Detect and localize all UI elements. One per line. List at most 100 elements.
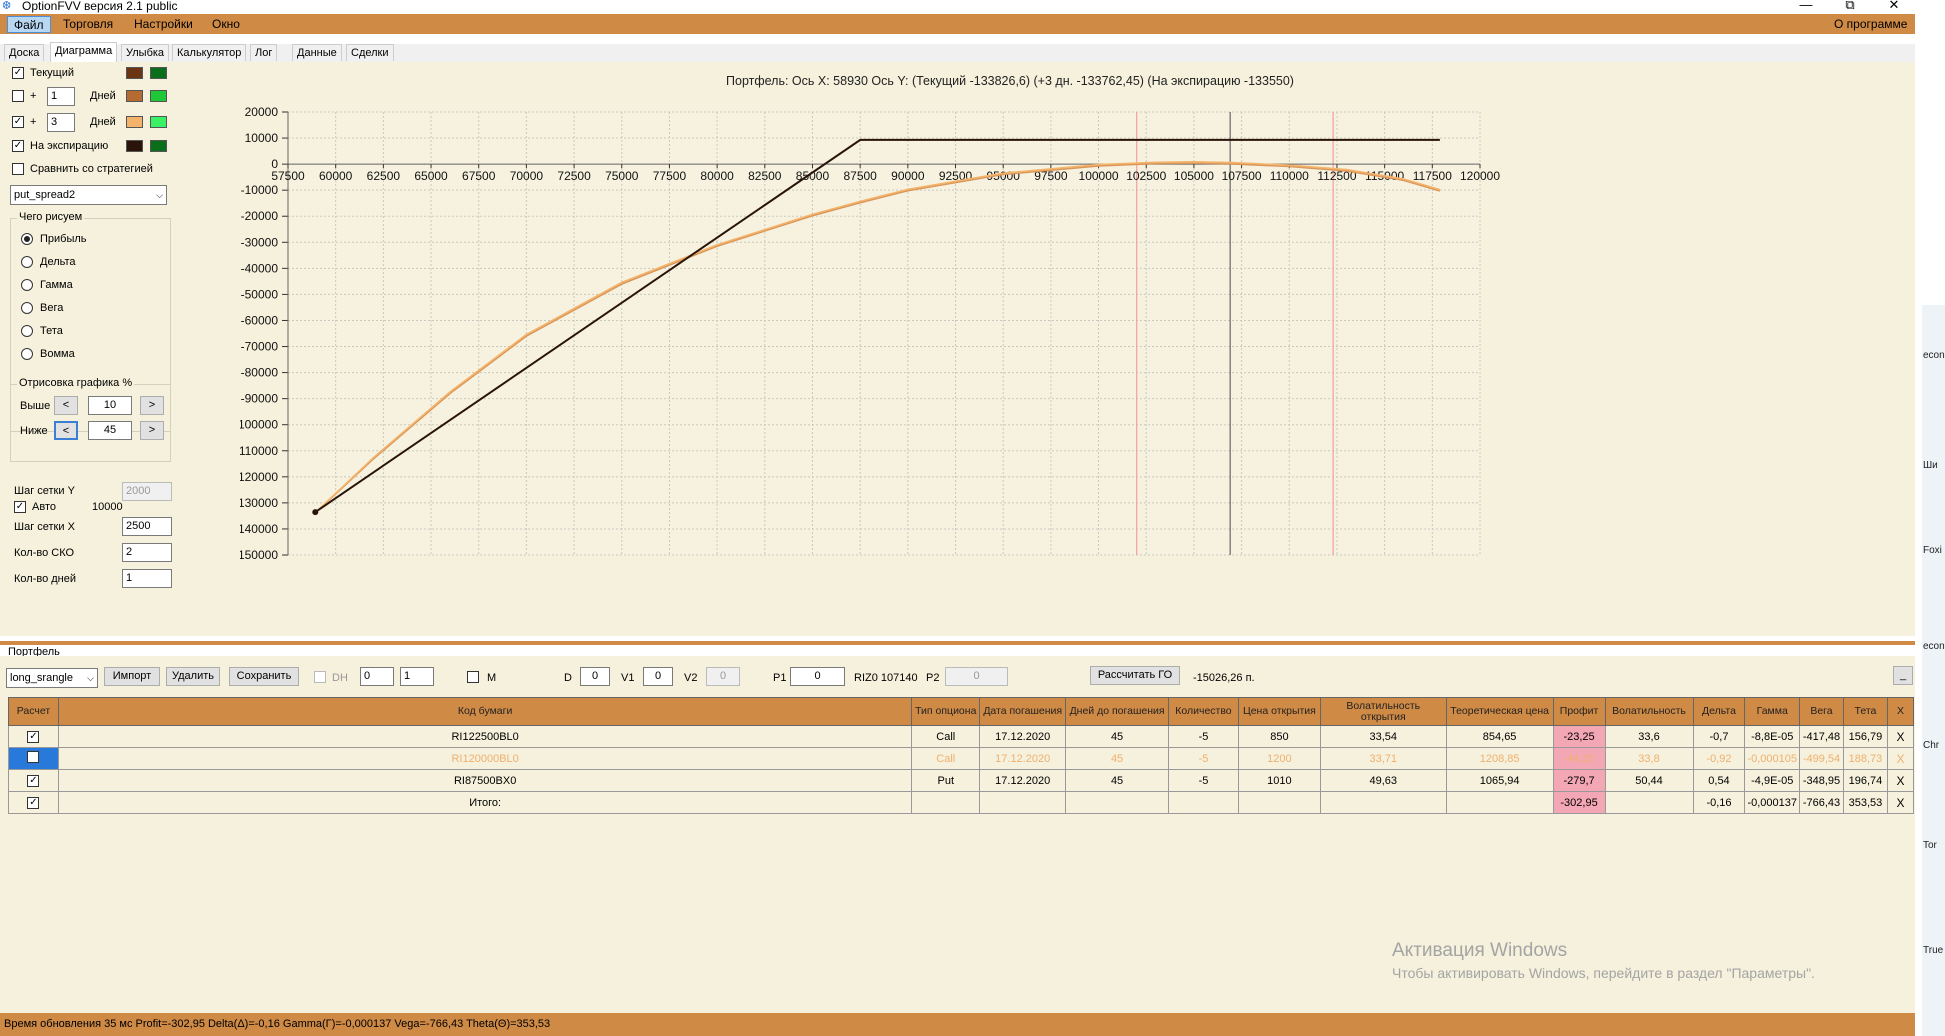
profit-chart[interactable]: Портфель: Ось X: 58930 Ось Y: (Текущий -… bbox=[240, 74, 1880, 614]
table-row[interactable]: ✓ RI87500BX0 Put 17.12.2020 45 -5 1010 49,63 106… bbox=[8, 769, 1915, 792]
col-code[interactable]: Код бумаги bbox=[57, 697, 913, 726]
menu-settings[interactable]: Настройки bbox=[128, 16, 199, 33]
row-delete-button[interactable]: X bbox=[1886, 791, 1915, 814]
table-row[interactable]: ✓ Итого: -302,95 -0,16 -0,000137 -766,43 353,5… bbox=[8, 791, 1915, 814]
col-calc[interactable]: Расчет bbox=[8, 697, 59, 726]
col-date[interactable]: Дата погашения bbox=[979, 697, 1067, 726]
curve-current-color2[interactable] bbox=[150, 67, 167, 79]
calculate-go-button[interactable]: Рассчитать ГО bbox=[1090, 666, 1180, 685]
minimize-button[interactable]: — bbox=[1786, 0, 1826, 14]
desktop-icon-econ2[interactable]: econ bbox=[1923, 641, 1945, 652]
auto-checkbox[interactable]: ✓ bbox=[14, 501, 26, 513]
above-increase-button[interactable]: > bbox=[140, 396, 164, 415]
row-calc-checkbox[interactable] bbox=[27, 751, 40, 763]
collapse-button[interactable]: _ bbox=[1893, 666, 1913, 685]
dh-checkbox[interactable] bbox=[314, 671, 326, 683]
d-input[interactable]: 0 bbox=[580, 667, 610, 686]
curve-expiry-color1[interactable] bbox=[126, 140, 143, 152]
col-vega[interactable]: Вега bbox=[1799, 697, 1844, 726]
v2-input[interactable]: 0 bbox=[706, 667, 740, 686]
curve-plus1-color1[interactable] bbox=[126, 90, 143, 102]
tab-board[interactable]: Доска bbox=[4, 44, 45, 61]
maximize-button[interactable]: ⧉ bbox=[1830, 0, 1870, 14]
below-decrease-button[interactable]: < bbox=[54, 421, 78, 440]
table-row[interactable]: ✓ RI122500BL0 Call 17.12.2020 45 -5 850 33,54 85… bbox=[8, 725, 1915, 748]
col-type[interactable]: Тип опциона bbox=[911, 697, 981, 726]
above-decrease-button[interactable]: < bbox=[54, 396, 78, 415]
col-theo-price[interactable]: Теоретическая цена bbox=[1445, 697, 1554, 726]
col-qty[interactable]: Количество bbox=[1167, 697, 1239, 726]
col-days[interactable]: Дней до погашения bbox=[1065, 697, 1169, 726]
curve-plus3-color2[interactable] bbox=[150, 116, 167, 128]
portfolio-separator[interactable] bbox=[0, 641, 1915, 645]
radio-vomma[interactable] bbox=[21, 348, 33, 360]
curve-expiry-color2[interactable] bbox=[150, 140, 167, 152]
col-delete[interactable]: X bbox=[1886, 697, 1915, 726]
curve-plus3-checkbox[interactable]: ✓ bbox=[12, 116, 24, 128]
save-button[interactable]: Сохранить bbox=[229, 667, 299, 686]
portfolio-select[interactable]: long_srangle bbox=[6, 668, 98, 688]
row-delete-button[interactable]: X bbox=[1886, 769, 1915, 792]
desktop-icon-econ[interactable]: econ bbox=[1923, 350, 1945, 361]
row-calc-cell[interactable]: ✓ bbox=[8, 769, 59, 792]
radio-vega[interactable] bbox=[21, 302, 33, 314]
v1-input[interactable]: 0 bbox=[643, 667, 673, 686]
col-open-vol[interactable]: Волатильность открытия bbox=[1319, 697, 1447, 726]
col-delta[interactable]: Дельта bbox=[1692, 697, 1746, 726]
curve-plus3-days-input[interactable]: 3 bbox=[47, 113, 75, 132]
tab-smile[interactable]: Улыбка bbox=[121, 44, 170, 61]
desktop-icon-chrome[interactable]: Chr bbox=[1923, 740, 1939, 751]
col-profit[interactable]: Профит bbox=[1552, 697, 1606, 726]
delete-button[interactable]: Удалить bbox=[166, 667, 220, 686]
row-calc-checkbox[interactable]: ✓ bbox=[27, 775, 40, 787]
p1-input[interactable]: 0 bbox=[790, 667, 845, 686]
col-theta[interactable]: Тета bbox=[1842, 697, 1888, 726]
below-input[interactable]: 45 bbox=[88, 421, 132, 440]
radio-profit[interactable] bbox=[21, 233, 33, 245]
days-count-input[interactable]: 1 bbox=[122, 569, 172, 588]
menu-file[interactable]: Файл bbox=[7, 16, 51, 33]
sko-input[interactable]: 2 bbox=[122, 543, 172, 562]
tab-deals[interactable]: Сделки bbox=[346, 44, 394, 61]
row-delete-button[interactable]: X bbox=[1886, 725, 1915, 748]
below-increase-button[interactable]: > bbox=[140, 421, 164, 440]
curve-plus1-days-input[interactable]: 1 bbox=[47, 87, 75, 106]
row-calc-cell[interactable] bbox=[8, 747, 59, 770]
spin2-input[interactable]: 1 bbox=[400, 667, 434, 686]
curve-plus3-color1[interactable] bbox=[126, 116, 143, 128]
row-calc-checkbox[interactable]: ✓ bbox=[27, 797, 40, 809]
col-vol[interactable]: Волатильность bbox=[1604, 697, 1694, 726]
menu-window[interactable]: Окно bbox=[206, 16, 246, 33]
tab-calculator[interactable]: Калькулятор bbox=[172, 44, 247, 61]
curve-expiry-checkbox[interactable]: ✓ bbox=[12, 140, 24, 152]
radio-theta[interactable] bbox=[21, 325, 33, 337]
row-calc-cell[interactable]: ✓ bbox=[8, 725, 59, 748]
curve-current-checkbox[interactable]: ✓ bbox=[12, 67, 24, 79]
tab-diagram[interactable]: Диаграмма bbox=[50, 42, 118, 62]
p2-input[interactable]: 0 bbox=[945, 667, 1008, 686]
compare-checkbox[interactable] bbox=[12, 163, 24, 175]
row-calc-checkbox[interactable]: ✓ bbox=[27, 731, 40, 743]
curve-plus1-color2[interactable] bbox=[150, 90, 167, 102]
close-button[interactable]: ✕ bbox=[1874, 0, 1914, 14]
row-calc-cell[interactable]: ✓ bbox=[8, 791, 59, 814]
import-button[interactable]: Импорт bbox=[104, 667, 160, 686]
desktop-icon-tor[interactable]: Tor bbox=[1923, 840, 1937, 851]
grid-y-input[interactable]: 2000 bbox=[122, 482, 172, 501]
radio-delta[interactable] bbox=[21, 256, 33, 268]
curve-plus1-checkbox[interactable] bbox=[12, 90, 24, 102]
desktop-icon-word[interactable]: Ши bbox=[1923, 460, 1938, 471]
table-row[interactable]: RI120000BL0 Call 17.12.2020 45 -5 1200 33,71 12… bbox=[8, 747, 1915, 770]
m-checkbox[interactable] bbox=[467, 671, 479, 683]
above-input[interactable]: 10 bbox=[88, 396, 132, 415]
desktop-icon-foxit[interactable]: Foxi bbox=[1923, 545, 1942, 556]
desktop-icon-truecrypt[interactable]: True bbox=[1923, 945, 1943, 956]
strategy-select[interactable]: put_spread2 bbox=[10, 185, 167, 205]
tab-data[interactable]: Данные bbox=[292, 44, 342, 61]
menu-about[interactable]: О программе bbox=[1828, 16, 1913, 33]
tab-log[interactable]: Лог bbox=[250, 44, 278, 61]
spin1-input[interactable]: 0 bbox=[360, 667, 394, 686]
grid-x-input[interactable]: 2500 bbox=[122, 517, 172, 536]
col-gamma[interactable]: Гамма bbox=[1744, 697, 1800, 726]
radio-gamma[interactable] bbox=[21, 279, 33, 291]
